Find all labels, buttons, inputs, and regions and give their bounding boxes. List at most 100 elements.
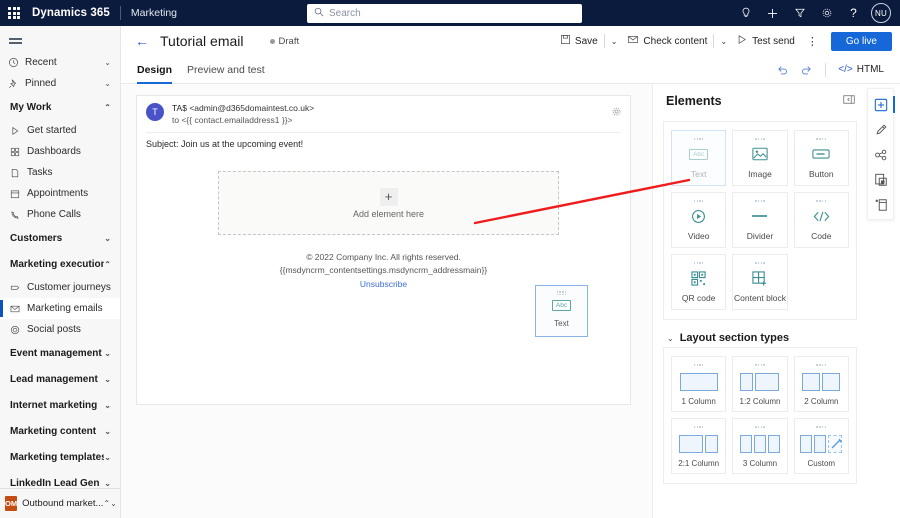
brand-divider bbox=[119, 6, 121, 20]
layout-tile-2-1-column[interactable]: 2:1 Column bbox=[671, 418, 727, 474]
journey-icon bbox=[10, 283, 27, 293]
designer-tool-rail bbox=[867, 88, 895, 220]
sidebar-item-tasks[interactable]: Tasks bbox=[0, 162, 120, 183]
layout-section-header[interactable]: ⌄ Layout section types bbox=[667, 332, 867, 344]
layout-preview-2-column bbox=[802, 372, 841, 391]
app-launcher-icon[interactable] bbox=[0, 0, 28, 26]
element-tile-qr-code[interactable]: QR code bbox=[671, 254, 727, 310]
sidebar-group-label: LinkedIn Lead Gen bbox=[10, 477, 100, 489]
dragging-text-element-ghost[interactable]: Abc Text bbox=[535, 285, 588, 337]
layout-tile-1-column[interactable]: 1 Column bbox=[671, 356, 727, 412]
help-icon[interactable]: ? bbox=[840, 0, 867, 26]
sidebar-group-internet-marketing[interactable]: Internet marketing ⌄ bbox=[0, 392, 120, 418]
user-avatar[interactable]: NU bbox=[871, 3, 891, 23]
email-settings-gear-icon[interactable] bbox=[611, 106, 622, 120]
styles-brush-icon[interactable] bbox=[868, 117, 893, 142]
templates-icon[interactable] bbox=[868, 192, 893, 217]
layout-tile-1-2-column[interactable]: 1:2 Column bbox=[732, 356, 788, 412]
personalization-icon[interactable] bbox=[868, 142, 893, 167]
area-switcher[interactable]: OM Outbound market... ⌃⌄ bbox=[0, 488, 120, 518]
clock-icon bbox=[8, 57, 25, 68]
element-tile-text[interactable]: Abc Text bbox=[671, 130, 727, 186]
address-token-line: {{msdyncrm_contentsettings.msdyncrm_addr… bbox=[279, 265, 488, 275]
tab-design[interactable]: Design bbox=[137, 56, 173, 84]
sidebar-item-marketing-emails[interactable]: Marketing emails bbox=[0, 298, 120, 319]
check-content-dropdown-caret[interactable]: ⌄ bbox=[715, 33, 732, 50]
element-tile-content-block[interactable]: Content block bbox=[732, 254, 788, 310]
lightbulb-icon[interactable] bbox=[732, 0, 759, 26]
elements-grid: Abc Text Image Button Video Divider Code… bbox=[671, 130, 849, 310]
test-send-button[interactable]: Test send bbox=[732, 31, 800, 51]
filter-icon[interactable] bbox=[786, 0, 813, 26]
save-label: Save bbox=[574, 35, 598, 47]
element-tile-button[interactable]: Button bbox=[793, 130, 849, 186]
email-header-card: T TA$ <admin@d365domaintest.co.uk> to <{… bbox=[136, 95, 631, 155]
canvas-scrollbar[interactable] bbox=[645, 84, 650, 518]
element-tile-image[interactable]: Image bbox=[732, 130, 788, 186]
redo-icon[interactable] bbox=[795, 59, 817, 81]
search-placeholder-text: Search bbox=[329, 8, 361, 19]
go-live-button[interactable]: Go live bbox=[830, 31, 892, 51]
command-bar-actions: Save ⌄ Check content ⌄ Test send ⋮ Go li… bbox=[555, 26, 892, 56]
gear-icon[interactable] bbox=[813, 0, 840, 26]
email-design-canvas[interactable]: T TA$ <admin@d365domaintest.co.uk> to <{… bbox=[121, 84, 652, 518]
element-tile-video[interactable]: Video bbox=[671, 192, 727, 248]
plus-icon[interactable] bbox=[759, 0, 786, 26]
sidebar-item-dashboards[interactable]: Dashboards bbox=[0, 141, 120, 162]
sidebar-item-customer-journeys[interactable]: Customer journeys bbox=[0, 277, 120, 298]
email-body-area[interactable]: + Add element here © 2022 Company Inc. A… bbox=[136, 155, 631, 405]
html-view-button[interactable]: </> HTML bbox=[834, 61, 888, 78]
plus-icon[interactable]: + bbox=[379, 187, 398, 206]
sidebar-item-phone-calls[interactable]: Phone Calls bbox=[0, 204, 120, 225]
drag-grip-icon bbox=[755, 262, 765, 264]
sidebar-group-marketing-content[interactable]: Marketing content ⌄ bbox=[0, 418, 120, 444]
save-dropdown-caret[interactable]: ⌄ bbox=[606, 33, 623, 50]
test-send-icon bbox=[737, 34, 748, 48]
chevron-down-icon: ⌄ bbox=[667, 333, 674, 343]
back-arrow-icon[interactable]: ← bbox=[135, 33, 149, 49]
save-button[interactable]: Save bbox=[555, 31, 603, 51]
drag-grip-icon bbox=[816, 200, 827, 202]
sidebar-item-social-posts[interactable]: Social posts bbox=[0, 319, 120, 340]
sidebar-item-recent[interactable]: Recent ⌄ bbox=[0, 52, 120, 73]
sidebar-group-customers[interactable]: Customers ⌄ bbox=[0, 225, 120, 251]
global-search-box[interactable]: Search bbox=[307, 4, 582, 23]
sidebar-group-marketing-templates[interactable]: Marketing templates ⌄ bbox=[0, 444, 120, 470]
overflow-menu-icon[interactable]: ⋮ bbox=[800, 33, 825, 50]
save-icon bbox=[560, 34, 571, 48]
divider bbox=[713, 34, 715, 48]
top-bar-actions: ? NU bbox=[732, 0, 894, 26]
sidebar-item-appointments[interactable]: Appointments bbox=[0, 183, 120, 204]
sidebar-item-label: Social posts bbox=[27, 324, 81, 335]
saved-content-icon[interactable] bbox=[868, 167, 893, 192]
layout-tile-2-column[interactable]: 2 Column bbox=[793, 356, 849, 412]
sidebar-item-label: Marketing emails bbox=[27, 303, 103, 314]
layout-preview-1-2-column bbox=[740, 372, 780, 391]
chevron-down-icon: ⌄ bbox=[104, 58, 111, 67]
layout-tile-3-column[interactable]: 3 Column bbox=[732, 418, 788, 474]
sidebar-group-lead-management[interactable]: Lead management ⌄ bbox=[0, 366, 120, 392]
add-elements-icon[interactable] bbox=[868, 92, 895, 117]
sidebar-item-get-started[interactable]: Get started bbox=[0, 120, 120, 141]
layout-preview-3-column bbox=[739, 434, 780, 453]
collapse-panel-icon[interactable] bbox=[843, 94, 855, 108]
element-tile-code[interactable]: Code bbox=[793, 192, 849, 248]
sidebar-group-my-work[interactable]: My Work ⌃ bbox=[0, 94, 120, 120]
sidebar-group-event-management[interactable]: Event management ⌄ bbox=[0, 340, 120, 366]
sidebar-item-pinned[interactable]: Pinned ⌄ bbox=[0, 73, 120, 94]
element-tile-divider[interactable]: Divider bbox=[732, 192, 788, 248]
sidebar-item-label: Customer journeys bbox=[27, 282, 111, 293]
element-label: Image bbox=[748, 168, 772, 179]
copyright-line: © 2022 Company Inc. All rights reserved. bbox=[306, 252, 461, 262]
check-content-button[interactable]: Check content bbox=[622, 31, 712, 51]
undo-icon[interactable] bbox=[771, 59, 793, 81]
status-badge: Draft bbox=[269, 36, 299, 47]
layout-tile-custom[interactable]: Custom bbox=[793, 418, 849, 474]
tab-preview-and-test[interactable]: Preview and test bbox=[187, 56, 265, 84]
sidebar-group-marketing-execution[interactable]: Marketing execution ⌃ bbox=[0, 251, 120, 277]
add-element-dropzone[interactable]: + Add element here bbox=[218, 171, 559, 235]
drag-grip-icon bbox=[755, 200, 765, 202]
sitemap-toggle-icon[interactable] bbox=[0, 26, 120, 52]
text-abc-icon: Abc bbox=[689, 146, 709, 163]
task-icon bbox=[10, 168, 27, 178]
